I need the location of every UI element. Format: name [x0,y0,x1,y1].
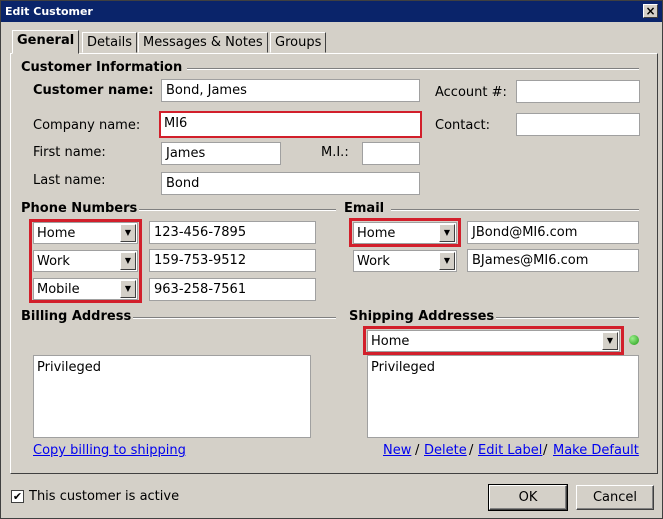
customer-name-label: Customer name: [33,83,154,98]
active-checkbox[interactable]: ✔ [11,490,24,503]
account-field[interactable] [516,80,640,103]
new-address-link[interactable]: New [383,443,411,458]
mi-label: M.I.: [321,145,349,160]
close-button[interactable]: × [643,4,658,18]
shipping-address-textarea[interactable]: Privileged [367,355,639,438]
last-name-field[interactable]: Bond [161,172,420,195]
section-divider [133,317,336,319]
email-type-value: Work [357,254,390,269]
active-label: This customer is active [29,489,180,504]
tab-general[interactable]: General [12,30,80,54]
section-divider [496,317,639,319]
ok-button[interactable]: OK [488,484,568,511]
phone-type-value: Mobile [37,282,80,297]
customer-information-heading: Customer Information [21,60,183,75]
chevron-down-icon[interactable]: ▼ [439,224,455,242]
first-name-field[interactable]: James [161,142,281,165]
email-type-select[interactable]: Home ▼ [353,222,457,244]
edit-label-link[interactable]: Edit Label [478,443,542,458]
delete-address-link[interactable]: Delete [424,443,467,458]
shipping-addresses-heading: Shipping Addresses [349,309,495,324]
shipping-address-select[interactable]: Home ▼ [367,330,620,352]
email-address-field[interactable]: BJames@MI6.com [467,249,639,272]
link-separator: / [543,443,548,458]
email-type-select[interactable]: Work ▼ [353,250,457,272]
phone-number-field[interactable]: 123-456-7895 [149,221,316,244]
edit-customer-dialog: Edit Customer × General Details Messages… [0,0,663,519]
first-name-label: First name: [33,145,106,160]
billing-address-textarea[interactable]: Privileged [33,355,311,438]
section-divider [187,68,639,70]
company-name-field[interactable]: MI6 [159,111,422,138]
phone-number-field[interactable]: 963-258-7561 [149,278,316,301]
contact-field[interactable] [516,113,640,136]
tab-details[interactable]: Details [82,32,138,53]
link-separator: / [415,443,420,458]
phone-type-value: Home [37,226,76,241]
tab-groups[interactable]: Groups [270,32,327,53]
chevron-down-icon[interactable]: ▼ [120,252,136,270]
copy-billing-to-shipping-link[interactable]: Copy billing to shipping [33,443,186,458]
section-divider [391,209,639,211]
window-title: Edit Customer [5,5,93,18]
shipping-address-value: Home [371,334,410,349]
cancel-button[interactable]: Cancel [576,485,654,510]
link-separator: / [469,443,474,458]
email-type-value: Home [357,226,396,241]
section-divider [139,209,336,211]
contact-label: Contact: [435,118,490,133]
make-default-link[interactable]: Make Default [553,443,639,458]
customer-name-field[interactable]: Bond, James [161,79,420,102]
title-bar: Edit Customer × [1,1,662,22]
account-label: Account #: [435,85,507,100]
phone-number-field[interactable]: 159-753-9512 [149,249,316,272]
email-address-field[interactable]: JBond@MI6.com [467,221,639,244]
last-name-label: Last name: [33,173,106,188]
chevron-down-icon[interactable]: ▼ [439,252,455,270]
mi-field[interactable] [362,142,420,165]
phone-type-select[interactable]: Home ▼ [33,222,138,244]
chevron-down-icon[interactable]: ▼ [120,280,136,298]
chevron-down-icon[interactable]: ▼ [120,224,136,242]
phone-type-select[interactable]: Work ▼ [33,250,138,272]
chevron-down-icon[interactable]: ▼ [602,332,618,350]
tab-messages-notes[interactable]: Messages & Notes [138,32,268,53]
company-name-label: Company name: [33,118,141,133]
phone-numbers-heading: Phone Numbers [21,201,138,216]
billing-address-heading: Billing Address [21,309,132,324]
email-heading: Email [344,201,385,216]
phone-type-value: Work [37,254,70,269]
phone-type-select[interactable]: Mobile ▼ [33,278,138,300]
default-status-icon [629,335,639,345]
